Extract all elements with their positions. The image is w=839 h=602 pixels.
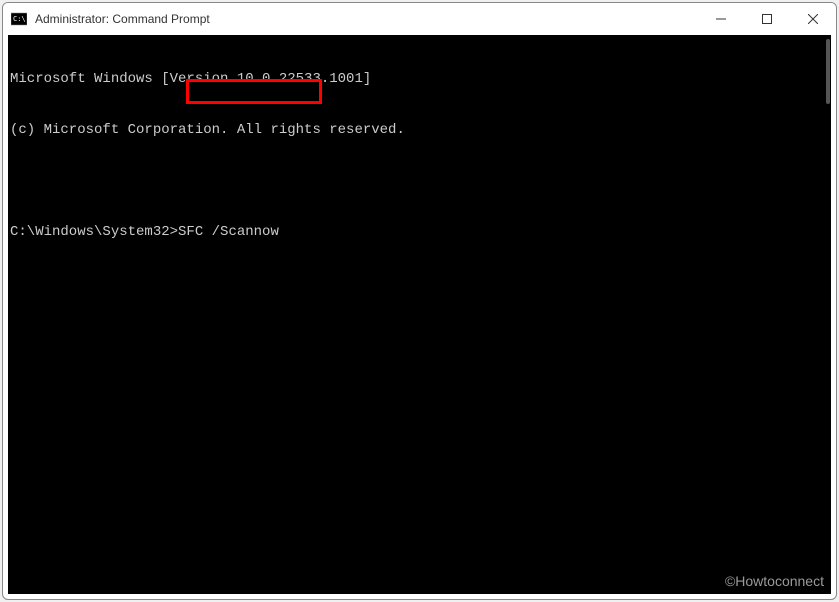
terminal-content: Microsoft Windows [Version 10.0.22533.10… bbox=[8, 35, 823, 594]
terminal-line-copyright: (c) Microsoft Corporation. All rights re… bbox=[10, 122, 823, 139]
scrollbar-thumb[interactable] bbox=[826, 39, 830, 104]
command-prompt-window: C:\ Administrator: Command Prompt Micros… bbox=[2, 2, 837, 600]
terminal-line-version: Microsoft Windows [Version 10.0.22533.10… bbox=[10, 71, 823, 88]
maximize-button[interactable] bbox=[744, 3, 790, 35]
window-title: Administrator: Command Prompt bbox=[35, 12, 698, 26]
titlebar[interactable]: C:\ Administrator: Command Prompt bbox=[3, 3, 836, 35]
terminal-blank-line bbox=[10, 173, 823, 190]
cmd-icon: C:\ bbox=[11, 11, 27, 27]
terminal-prompt-line: C:\Windows\System32>SFC /Scannow bbox=[10, 224, 823, 241]
close-button[interactable] bbox=[790, 3, 836, 35]
svg-text:C:\: C:\ bbox=[13, 15, 26, 23]
terminal-area[interactable]: Microsoft Windows [Version 10.0.22533.10… bbox=[8, 35, 831, 594]
watermark: ©Howtoconnect bbox=[725, 573, 824, 589]
window-controls bbox=[698, 3, 836, 35]
minimize-button[interactable] bbox=[698, 3, 744, 35]
prompt-path: C:\Windows\System32> bbox=[10, 224, 178, 240]
typed-command: SFC /Scannow bbox=[178, 224, 279, 240]
